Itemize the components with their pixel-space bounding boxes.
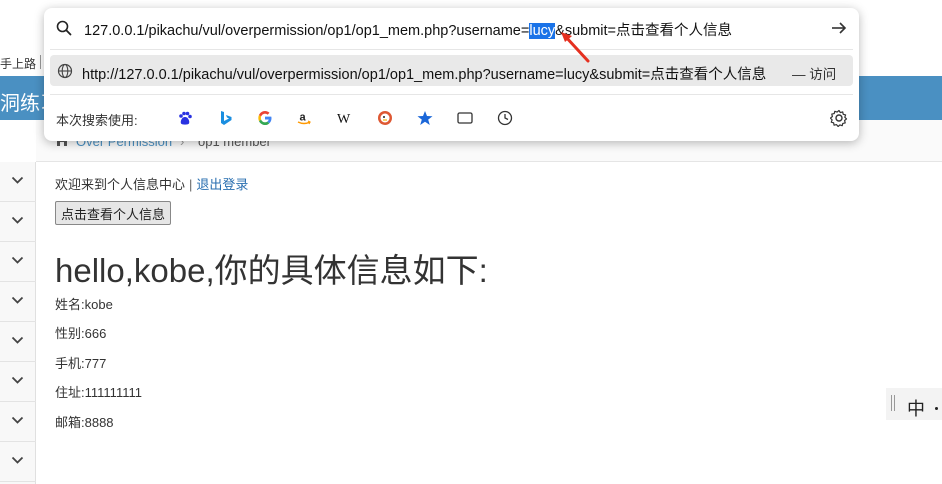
url-suggestion[interactable]: http://127.0.0.1/pikachu/vul/overpermiss…	[50, 55, 853, 86]
url-input[interactable]: 127.0.0.1/pikachu/vul/overpermission/op1…	[84, 19, 732, 40]
google-icon[interactable]	[254, 107, 276, 129]
annotation-arrow-icon	[561, 32, 590, 63]
sidebar-item[interactable]	[0, 402, 36, 442]
info-gender: 性别:666	[55, 326, 107, 341]
chevron-down-icon	[11, 256, 24, 264]
url-selected-text: lucy	[529, 23, 556, 39]
sidebar-item[interactable]	[0, 162, 36, 202]
suggestion-url: http://127.0.0.1/pikachu/vul/overpermiss…	[82, 67, 767, 83]
baidu-icon[interactable]	[174, 107, 196, 129]
go-arrow-icon[interactable]	[831, 21, 847, 35]
welcome-text: 欢迎来到个人信息中心	[55, 177, 186, 192]
info-phone: 手机:777	[55, 356, 107, 371]
sidebar-item[interactable]	[0, 282, 36, 322]
divider	[50, 49, 853, 50]
chevron-down-icon	[11, 296, 24, 304]
chevron-down-icon	[11, 216, 24, 224]
bookmark-separator	[40, 55, 41, 69]
page-title: hello,kobe,你的具体信息如下:	[55, 252, 488, 289]
sidebar-item[interactable]	[0, 362, 36, 402]
chevron-down-icon	[11, 176, 24, 184]
svg-text:W: W	[337, 112, 351, 126]
amazon-icon[interactable]: a	[293, 107, 315, 129]
bing-icon[interactable]	[215, 107, 237, 129]
info-address: 住址:111111111	[55, 385, 142, 400]
bookmarks-star-icon[interactable]	[414, 107, 436, 129]
sidebar-item[interactable]	[0, 202, 36, 242]
chevron-down-icon	[11, 416, 24, 424]
welcome-line: 欢迎来到个人信息中心 | 退出登录	[55, 174, 248, 193]
chevron-down-icon	[11, 456, 24, 464]
welcome-separator: |	[189, 177, 193, 192]
address-bar-dropdown: 127.0.0.1/pikachu/vul/overpermission/op1…	[44, 8, 859, 141]
sidebar-item[interactable]	[0, 322, 36, 362]
history-icon[interactable]	[494, 107, 516, 129]
search-icon	[56, 20, 72, 36]
ime-drag-handle[interactable]	[891, 395, 895, 411]
url-text-before: 127.0.0.1/pikachu/vul/overpermission/op1…	[84, 23, 530, 39]
divider	[50, 94, 853, 95]
chevron-down-icon	[11, 336, 24, 344]
info-email: 邮箱:8888	[55, 415, 114, 430]
chevron-down-icon	[11, 376, 24, 384]
query-info-button[interactable]: 点击查看个人信息	[55, 201, 172, 225]
gear-icon[interactable]	[830, 109, 848, 127]
wikipedia-icon[interactable]: W	[334, 107, 356, 129]
tabs-icon[interactable]	[454, 107, 476, 129]
globe-icon	[57, 63, 73, 79]
logout-link[interactable]: 退出登录	[196, 177, 248, 192]
duckduckgo-icon[interactable]	[374, 107, 396, 129]
ime-mode-label: 中	[907, 399, 925, 419]
bookmark-item[interactable]: 手上路	[0, 55, 36, 72]
svg-text:a: a	[300, 112, 307, 124]
sidebar-item[interactable]	[0, 442, 36, 482]
address-bar[interactable]: 127.0.0.1/pikachu/vul/overpermission/op1…	[44, 8, 859, 48]
info-name: 姓名:kobe	[55, 297, 113, 312]
sidebar	[0, 162, 36, 484]
sidebar-item[interactable]	[0, 242, 36, 282]
ime-punctuation-icon	[935, 407, 938, 410]
search-engines-label: 本次搜索使用:	[56, 113, 138, 128]
suggestion-action: — 访问	[792, 67, 837, 82]
